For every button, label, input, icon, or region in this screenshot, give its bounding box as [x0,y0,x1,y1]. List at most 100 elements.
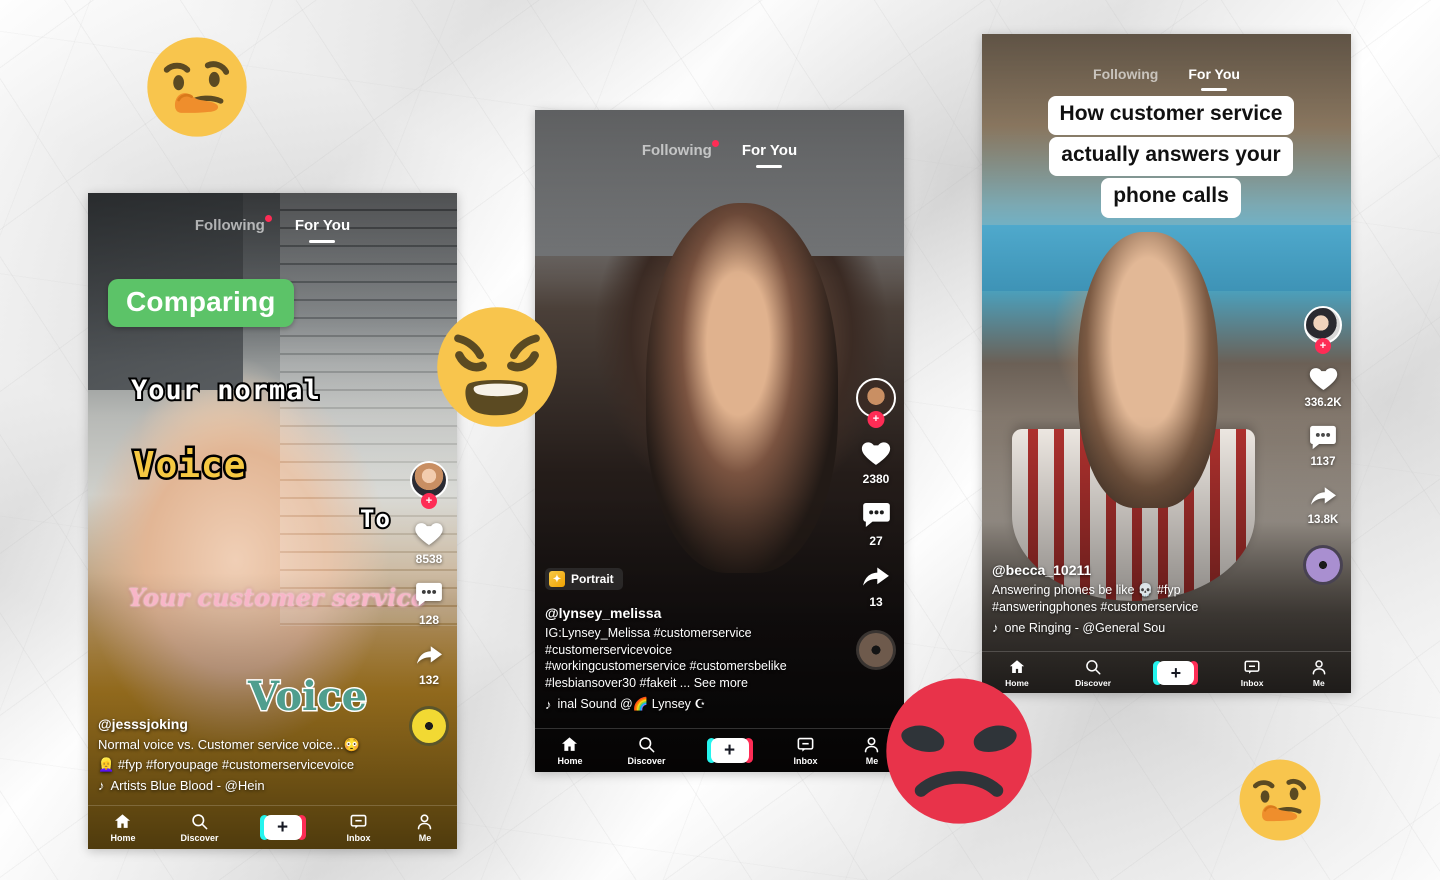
sound-disc[interactable] [1303,545,1343,585]
sound-disc[interactable] [409,706,449,746]
tab-for-you[interactable]: For You [295,217,350,243]
bottom-nav-left[interactable]: Home Discover + Inbox Me [88,805,457,849]
share-action[interactable]: 13.8K [1307,481,1340,526]
comment-icon [1310,425,1336,450]
bottom-nav-center[interactable]: Home Discover + Inbox Me [535,728,904,772]
nav-inbox-label: Inbox [793,756,818,766]
share-count: 13 [869,595,883,609]
caption-leading-emoji: 👱‍♀️ [98,756,115,772]
like-count: 336.2K [1304,397,1342,409]
comment-action[interactable]: 27 [860,499,893,548]
nav-me-label: Me [418,833,432,843]
angry-face-glyph [886,678,1032,824]
tab-following[interactable]: Following [194,215,272,234]
feed-tabs-right[interactable]: Following For You [982,66,1351,91]
follow-plus-icon[interactable]: + [1315,338,1331,354]
nav-inbox[interactable]: Inbox [346,812,370,843]
tab-following[interactable]: Following [642,140,719,159]
sparkle-icon: ✦ [549,571,565,587]
creator-avatar-wrap[interactable]: + [1304,306,1342,354]
creator-handle[interactable]: @lynsey_melissa [545,605,826,621]
caption-block-center: @lynsey_melissa IG:Lynsey_Melissa #custo… [545,605,826,712]
like-action[interactable]: 336.2K [1304,362,1342,409]
tab-following-label: Following [194,217,265,234]
action-rail-center[interactable]: + 2380 27 13 [856,378,896,670]
collage-canvas: Following For You Comparing Your normal … [0,0,1440,880]
feed-tabs-left[interactable]: Following For You [88,215,457,243]
follow-plus-icon[interactable]: + [867,411,885,428]
comment-count: 1137 [1310,456,1336,468]
inbox-icon [350,814,367,829]
nav-discover-label: Discover [1075,677,1112,688]
create-plus-icon: + [723,740,736,761]
nav-home-label: Home [110,833,136,843]
active-tab-underline [756,165,783,168]
subject-silhouette [645,202,838,574]
video-description-line-1: Answering phones be like 💀 #fyp [992,583,1181,597]
share-count: 13.8K [1307,514,1339,526]
creator-avatar-wrap[interactable]: + [856,378,896,428]
music-title: Artists Blue Blood - @Hein [110,778,265,793]
video-description-line-2: #customerservicevoice [545,642,673,657]
home-icon [562,737,578,751]
person-icon [865,737,879,753]
portrait-filter-chip[interactable]: ✦ Portrait [545,568,623,590]
video-description-line-2[interactable]: #answeringphones #customerservice [992,599,1275,616]
top-gradient-scrim [982,34,1351,206]
nav-home[interactable]: Home [557,735,583,766]
follow-plus-icon[interactable]: + [421,493,437,509]
music-note-icon: ♪ [992,620,999,635]
video-description-line-4[interactable]: #lesbiansover30 #fakeit ... See more [545,675,826,692]
creator-handle[interactable]: @jesssjoking [98,716,383,732]
search-icon [639,737,655,753]
caption-block-left: @jesssjoking Normal voice vs. Customer s… [98,716,383,793]
like-action[interactable]: 8538 [412,517,446,566]
nav-discover[interactable]: Discover [627,735,666,766]
search-icon [192,814,208,830]
feed-tabs-center[interactable]: Following For You [535,140,904,168]
tiktok-screenshot-left[interactable]: Following For You Comparing Your normal … [88,193,457,849]
person-icon [418,814,432,830]
like-count: 2380 [862,472,890,486]
action-rail-right[interactable]: + 336.2K 1137 13.8K [1303,306,1343,585]
nav-discover-label: Discover [627,756,666,766]
tab-for-you[interactable]: For You [1188,66,1240,91]
music-row[interactable]: ♪ inal Sound @🌈 Lynsey ☪ [545,696,826,712]
comment-action[interactable]: 128 [413,579,445,627]
heart-icon [1309,368,1337,390]
notification-dot-icon [264,215,272,222]
creator-handle[interactable]: @becca_10211 [992,562,1275,578]
share-arrow-icon [1310,487,1336,505]
comment-action[interactable]: 1137 [1307,422,1339,468]
tab-for-you[interactable]: For You [742,142,797,168]
creator-avatar-wrap[interactable]: + [410,461,448,509]
person-icon [1312,659,1326,674]
comment-icon [862,503,890,527]
share-count: 132 [418,673,440,687]
share-action[interactable]: 132 [413,640,446,687]
create-video-button[interactable]: + [706,738,753,763]
video-hashtags[interactable]: 👱‍♀️ #fyp #foryoupage #customerservicevo… [98,756,383,773]
angry-face-emoji [880,672,1038,830]
nav-me[interactable]: Me [862,735,881,766]
nav-inbox[interactable]: Inbox [1241,658,1263,688]
nav-discover[interactable]: Discover [180,812,219,843]
tiktok-screenshot-center[interactable]: Following For You ✦ Portrait + 2380 27 1… [535,110,904,772]
like-action[interactable]: 2380 [858,436,894,486]
music-row[interactable]: ♪ one Ringing - @General Sou [992,620,1275,635]
nav-me[interactable]: Me [415,812,434,843]
nav-me[interactable]: Me [1310,658,1328,688]
nav-home[interactable]: Home [110,812,136,843]
action-rail-left[interactable]: + 8538 128 132 [409,461,449,746]
nav-discover[interactable]: Discover [1075,658,1111,688]
thinking-face-emoji-2 [1236,756,1324,844]
sound-disc[interactable] [856,630,896,670]
tiktok-screenshot-right[interactable]: Following For You How customer service a… [982,34,1351,693]
hashtag-list[interactable]: #fyp #foryoupage #customerservicevoice [118,757,354,772]
music-row[interactable]: ♪ Artists Blue Blood - @Hein [98,778,383,793]
create-video-button[interactable]: + [259,815,306,840]
share-action[interactable]: 13 [859,561,893,609]
tab-following[interactable]: Following [1093,66,1158,82]
create-video-button[interactable]: + [1153,660,1199,685]
nav-inbox[interactable]: Inbox [793,735,817,766]
